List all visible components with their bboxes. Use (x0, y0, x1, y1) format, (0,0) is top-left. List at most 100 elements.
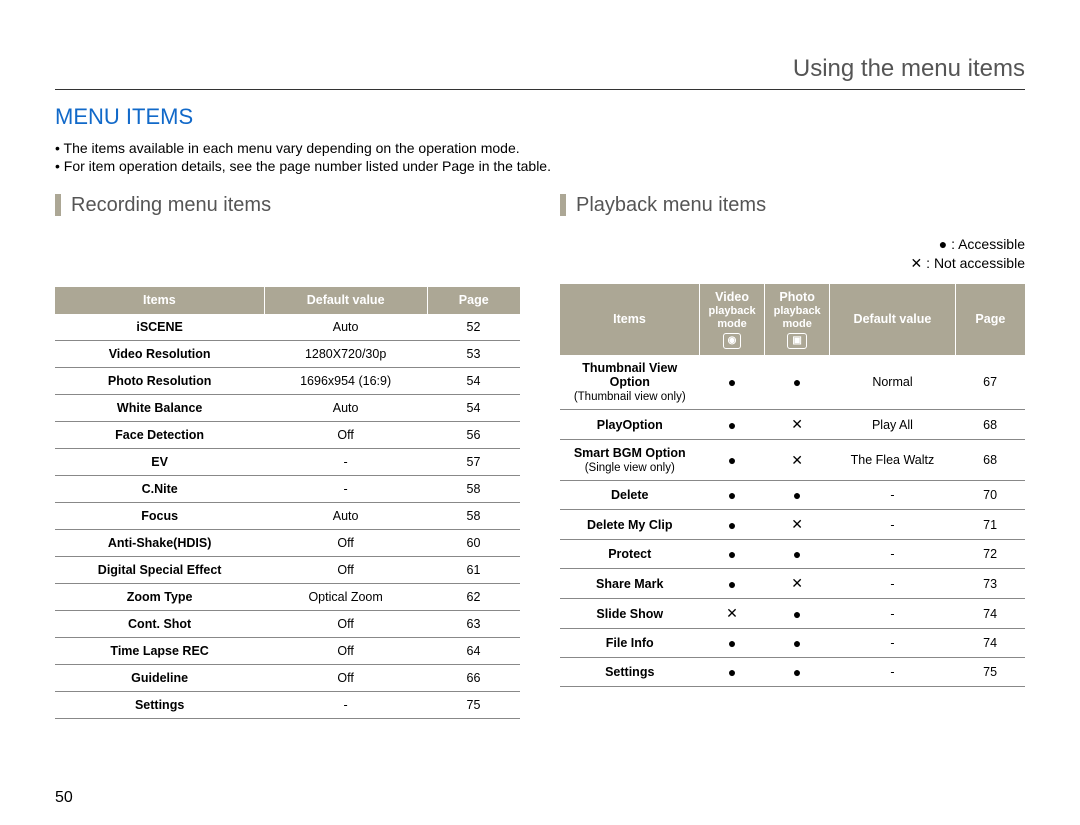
item-cell: White Balance (55, 394, 264, 421)
page-cell: 54 (427, 394, 520, 421)
photo-mark: ● (765, 355, 830, 410)
item-cell: Face Detection (55, 421, 264, 448)
photo-mark: ✕ (765, 440, 830, 481)
video-mark: ● (700, 540, 765, 569)
default-cell: Normal (830, 355, 956, 410)
page-cell: 63 (427, 610, 520, 637)
photo-mark: ● (765, 481, 830, 510)
default-cell: - (830, 569, 956, 599)
page-cell: 67 (955, 355, 1025, 410)
item-cell: Anti-Shake(HDIS) (55, 529, 264, 556)
page-cell: 57 (427, 448, 520, 475)
value-cell: 1696x954 (16:9) (264, 367, 427, 394)
table-row: Digital Special EffectOff61 (55, 556, 520, 583)
item-cell: Thumbnail View Option(Thumbnail view onl… (560, 355, 700, 410)
th-default: Default value (264, 287, 427, 314)
video-mark: ✕ (700, 599, 765, 629)
table-row: PlayOption●✕Play All68 (560, 410, 1025, 440)
item-cell: Video Resolution (55, 340, 264, 367)
photo-mark: ✕ (765, 410, 830, 440)
page-number: 50 (55, 789, 73, 807)
page-cell: 68 (955, 440, 1025, 481)
table-row: FocusAuto58 (55, 502, 520, 529)
item-cell: iSCENE (55, 314, 264, 341)
table-row: Share Mark●✕-73 (560, 569, 1025, 599)
th-photo-mode: Photo playback mode ▣ (765, 284, 830, 355)
video-mark: ● (700, 410, 765, 440)
value-cell: Off (264, 637, 427, 664)
page-cell: 53 (427, 340, 520, 367)
page-cell: 62 (427, 583, 520, 610)
value-cell: - (264, 691, 427, 718)
video-mode-icon: ◉ (723, 333, 742, 349)
value-cell: - (264, 475, 427, 502)
table-row: GuidelineOff66 (55, 664, 520, 691)
page-cell: 56 (427, 421, 520, 448)
playback-column: Playback menu items ● : Accessible ✕ : N… (560, 194, 1025, 719)
photo-mark: ✕ (765, 569, 830, 599)
item-cell: Focus (55, 502, 264, 529)
item-cell: EV (55, 448, 264, 475)
value-cell: - (264, 448, 427, 475)
table-row: EV-57 (55, 448, 520, 475)
page-cell: 75 (427, 691, 520, 718)
value-cell: Optical Zoom (264, 583, 427, 610)
bullet-2: For item operation details, see the page… (55, 158, 1025, 176)
table-row: Photo Resolution1696x954 (16:9)54 (55, 367, 520, 394)
value-cell: Off (264, 610, 427, 637)
section-title: MENU ITEMS (55, 104, 1025, 130)
photo-mark: ● (765, 629, 830, 658)
photo-mode-icon: ▣ (787, 333, 806, 349)
table-row: Delete●●-70 (560, 481, 1025, 510)
legend-accessible: ● : Accessible (560, 235, 1025, 255)
page-cell: 52 (427, 314, 520, 341)
value-cell: Off (264, 529, 427, 556)
item-cell: Settings (560, 658, 700, 687)
video-mark: ● (700, 629, 765, 658)
th-items: Items (560, 284, 700, 355)
item-cell: Slide Show (560, 599, 700, 629)
default-cell: - (830, 510, 956, 540)
th-video-mode: Video playback mode ◉ (700, 284, 765, 355)
page-cell: 58 (427, 502, 520, 529)
table-row: Time Lapse RECOff64 (55, 637, 520, 664)
table-row: Protect●●-72 (560, 540, 1025, 569)
item-cell: Zoom Type (55, 583, 264, 610)
accent-bar (55, 194, 61, 216)
value-cell: Auto (264, 394, 427, 421)
video-mark: ● (700, 481, 765, 510)
page-cell: 73 (955, 569, 1025, 599)
item-cell: Time Lapse REC (55, 637, 264, 664)
page-cell: 74 (955, 599, 1025, 629)
page-cell: 54 (427, 367, 520, 394)
table-row: Anti-Shake(HDIS)Off60 (55, 529, 520, 556)
video-mark: ● (700, 355, 765, 410)
table-row: Settings-75 (55, 691, 520, 718)
default-cell: - (830, 629, 956, 658)
default-cell: - (830, 540, 956, 569)
table-row: Settings●●-75 (560, 658, 1025, 687)
photo-mark: ● (765, 658, 830, 687)
photo-mark: ● (765, 599, 830, 629)
legend: ● : Accessible ✕ : Not accessible (560, 235, 1025, 274)
playback-table: Items Video playback mode ◉ Photo playba… (560, 284, 1025, 687)
item-cell: Settings (55, 691, 264, 718)
video-mark: ● (700, 569, 765, 599)
item-cell: Share Mark (560, 569, 700, 599)
page-cell: 75 (955, 658, 1025, 687)
table-row: Delete My Clip●✕-71 (560, 510, 1025, 540)
table-row: White BalanceAuto54 (55, 394, 520, 421)
page-header: Using the menu items (55, 55, 1025, 90)
item-cell: Protect (560, 540, 700, 569)
table-row: Thumbnail View Option(Thumbnail view onl… (560, 355, 1025, 410)
page-cell: 64 (427, 637, 520, 664)
value-cell: Off (264, 421, 427, 448)
photo-mark: ✕ (765, 510, 830, 540)
recording-column: Recording menu items Items Default value… (55, 194, 520, 719)
table-row: Smart BGM Option(Single view only)●✕The … (560, 440, 1025, 481)
value-cell: Off (264, 556, 427, 583)
item-cell: Smart BGM Option(Single view only) (560, 440, 700, 481)
intro-bullets: The items available in each menu vary de… (55, 140, 1025, 176)
video-mark: ● (700, 440, 765, 481)
page-cell: 60 (427, 529, 520, 556)
